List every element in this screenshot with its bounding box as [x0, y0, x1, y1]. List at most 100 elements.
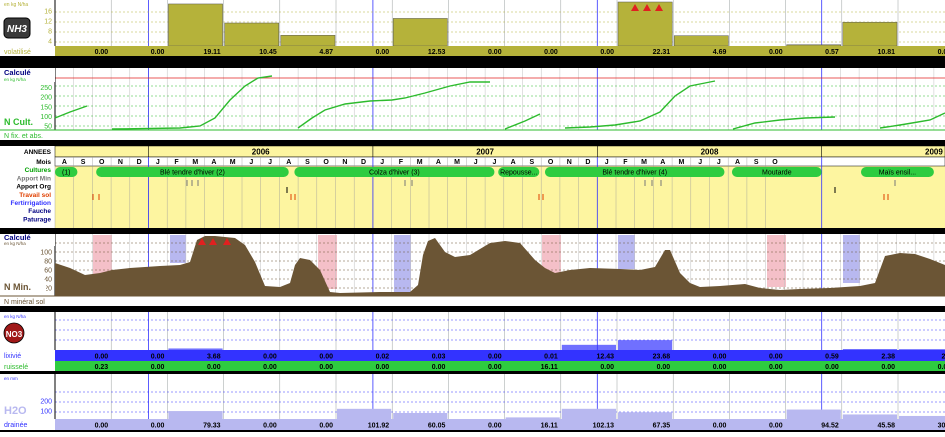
no3-runoff-cell: 0.00 [713, 364, 727, 371]
nh3-panel: 16 12 8 4 en kg N/ha NH3 volatilisé 0.00 0.0… [0, 0, 945, 56]
nh3-bar [224, 22, 280, 47]
no3-leached-cell: 3.68 [207, 354, 221, 361]
nh3-unit-label: en kg N/ha [4, 2, 28, 8]
no3-runoff-cell: 0.00 [600, 364, 614, 371]
crop-label: Blé tendre d'hiver (2) [160, 170, 225, 177]
h2o-value-cell: 30.5 [938, 423, 945, 430]
no3-runoff-cell: 0.00 [825, 364, 839, 371]
nh3-value-cell: 0.00 [376, 49, 390, 56]
ncult-title: N Cult. [4, 117, 33, 127]
month-label: J [698, 159, 702, 166]
crop-nitrogen-simulation-view: 16 12 8 4 en kg N/ha NH3 volatilisé 0.00 0.0… [0, 0, 945, 432]
nh3-value-cell: 0.00 [544, 49, 558, 56]
svg-text:NH3: NH3 [7, 24, 27, 35]
crop-label: Repousse... [500, 170, 537, 177]
calendar-row-label: Mois [36, 159, 51, 166]
nh3-bar [280, 35, 336, 47]
h2o-bar [168, 411, 223, 419]
h2o-bar [393, 412, 448, 419]
h2o-value-cell: 0.00 [151, 423, 165, 430]
nh3-value-cell: 0.00 [151, 49, 165, 56]
nmin-panel: 12010080604020 Calculé en kg N/ha N Min.… [0, 228, 945, 306]
month-label: A [660, 159, 665, 166]
h2o-value-cell: 0.00 [95, 423, 109, 430]
month-label: J [492, 159, 496, 166]
month-label: S [754, 159, 759, 166]
no3-runoff-cell: 0.23 [95, 364, 109, 371]
no3-runoff-cell: 0.00 [432, 364, 446, 371]
calendar-row-label: ANNEES [24, 149, 52, 156]
month-label: O [548, 159, 554, 166]
month-label: M [417, 159, 423, 166]
month-label: F [399, 159, 404, 166]
no3-leached-cell: 0.00 [769, 354, 783, 361]
h2o-value-cell: 16.11 [541, 423, 558, 430]
no3-leached-cell: 0.00 [263, 354, 277, 361]
calendar-row-label: Fauche [28, 208, 51, 215]
separator-bar [0, 56, 945, 68]
no3-leached-cell: 0.00 [151, 354, 165, 361]
y-tick-label: 100 [40, 250, 52, 257]
nh3-value-cell: 0.00 [938, 49, 945, 56]
crop-label: Blé tendre d'hiver (4) [602, 170, 667, 177]
nh3-value-cell: 0.00 [488, 49, 502, 56]
no3-leached-cell: 0.03 [432, 354, 446, 361]
month-label: M [230, 159, 236, 166]
y-tick-label: 4 [48, 39, 52, 46]
no3-runoff-cell: 0.00 [769, 364, 783, 371]
year-label: 2009 [925, 148, 943, 157]
no3-runoff-cell: 0.00 [938, 364, 945, 371]
no3-bar [842, 349, 897, 350]
no3-runoff-cell: 0.00 [488, 364, 502, 371]
ncult-unit-label: en kg N/ha [4, 77, 26, 82]
h2o-value-cell: 0.00 [488, 423, 502, 430]
calendar-row-label: Travail sol [19, 192, 51, 199]
nh3-value-cell: 4.69 [713, 49, 727, 56]
month-label: A [286, 159, 291, 166]
y-tick-label: 16 [44, 9, 52, 16]
no3-row2-label: ruisselé [4, 364, 28, 371]
h2o-row-label: drainée [4, 422, 27, 429]
h2o-bar [337, 408, 392, 419]
h2o-value-cell: 94.52 [821, 423, 839, 430]
ncult-panel: 30025020015010050 Calculé en kg N/ha N C… [0, 68, 945, 140]
no3-icon: NO3 [3, 322, 25, 344]
nh3-value-cell: 4.87 [319, 49, 333, 56]
no3-leached-cell: 23.68 [653, 354, 671, 361]
y-tick-label: 12 [44, 19, 52, 26]
y-tick-label: 250 [40, 85, 52, 92]
no3-runoff-cell: 0.00 [376, 364, 390, 371]
month-label: S [305, 159, 310, 166]
nmin-title: N Min. [4, 282, 31, 292]
h2o-unit-label: en mm [4, 376, 18, 381]
y-tick-label: 60 [44, 268, 52, 275]
no3-leached-cell: 0.00 [713, 354, 727, 361]
no3-bar [618, 340, 673, 350]
calendar-row-label: Apport Min [17, 175, 51, 182]
nh3-value-cell: 19.11 [203, 49, 220, 56]
month-label: M [641, 159, 647, 166]
no3-runoff-cell: 0.00 [881, 364, 895, 371]
no3-bar [899, 349, 945, 350]
nh3-bar [392, 18, 448, 47]
no3-leached-cell: 0.00 [488, 354, 502, 361]
no3-leached-cell: 0.02 [376, 354, 390, 361]
no3-bar [168, 348, 223, 350]
nmin-row-label: N minéral sol [4, 299, 45, 306]
no3-leached-cell: 12.43 [596, 354, 614, 361]
h2o-panel: 200 100 en mm H2O drainée 0.00 0.00 79.33 0.… [0, 371, 945, 430]
nh3-bar [168, 3, 223, 47]
no3-unit-label: en kg N/ha [4, 314, 26, 319]
calendar-row-label: Paturage [23, 216, 51, 223]
nh3-value-cell: 0.00 [95, 49, 109, 56]
y-tick-label: 150 [40, 104, 52, 111]
no3-runoff-cell: 0.00 [263, 364, 277, 371]
h2o-value-cell: 60.05 [428, 423, 446, 430]
month-label: S [81, 159, 86, 166]
no3-runoff-cell: 0.00 [151, 364, 165, 371]
month-label: J [380, 159, 384, 166]
h2o-value-cell: 67.35 [653, 423, 671, 430]
nh3-value-cell: 0.00 [600, 49, 614, 56]
nh3-value-cell: 22.31 [653, 49, 671, 56]
svg-text:NO3: NO3 [6, 330, 23, 339]
